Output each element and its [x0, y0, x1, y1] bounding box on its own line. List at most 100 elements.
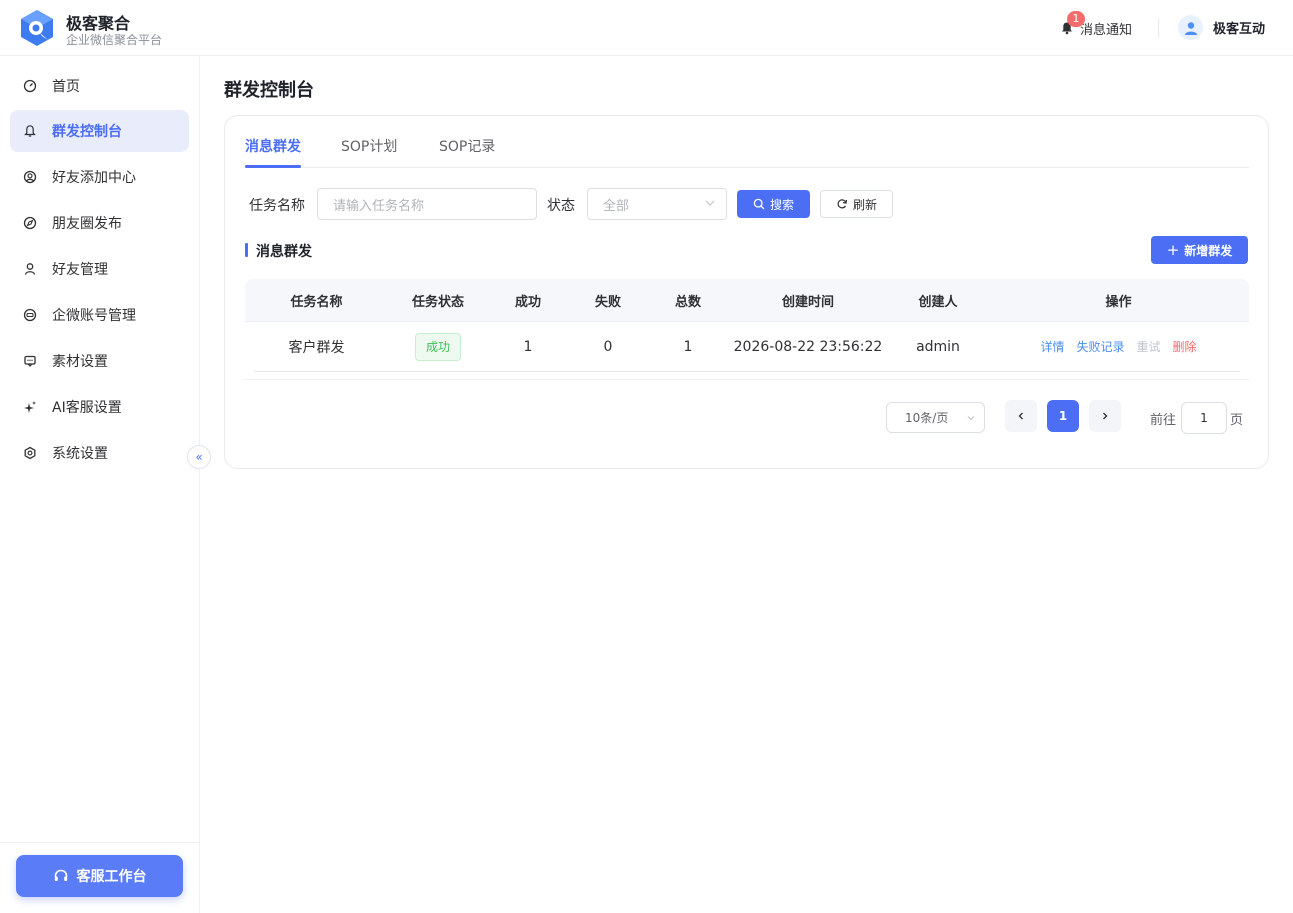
sidebar-item-ai-service-settings[interactable]: AI客服设置 — [10, 386, 189, 428]
status-select-value: 全部 — [603, 198, 630, 214]
cell-total: 1 — [683, 338, 693, 355]
gear-icon — [22, 445, 38, 461]
app-subtitle: 企业微信聚合平台 — [66, 33, 163, 47]
avatar — [1178, 15, 1203, 40]
cell-creator: admin — [916, 338, 960, 355]
sidebar-item-label: 首页 — [52, 79, 80, 95]
sidebar-item-friend-add-center[interactable]: 好友添加中心 — [10, 156, 189, 198]
refresh-button-label: 刷新 — [852, 197, 877, 212]
goto-suffix: 页 — [1230, 413, 1244, 428]
tab-sop-records[interactable]: SOP记录 — [439, 136, 495, 156]
new-broadcast-label: 新增群发 — [1184, 243, 1233, 258]
user-icon — [22, 261, 38, 277]
column-header: 任务状态 — [411, 295, 464, 310]
user-menu[interactable]: 极客互动 — [1178, 15, 1265, 40]
cell-task-status: 成功 — [388, 322, 488, 371]
sidebar-divider — [0, 842, 199, 843]
failure-records-link[interactable]: 失败记录 — [1076, 338, 1124, 355]
cell-actions: 详情 失败记录 重试 删除 — [988, 322, 1249, 371]
status-select[interactable]: 全部 — [587, 188, 727, 220]
tab-message-broadcast[interactable]: 消息群发 — [245, 136, 301, 156]
active-tab-indicator — [245, 165, 301, 168]
page-size-select[interactable]: 10条/页 — [886, 402, 985, 433]
user-avatar-icon — [1184, 21, 1197, 35]
tab-sop-plan[interactable]: SOP计划 — [341, 136, 397, 156]
customer-service-workbench-button[interactable]: 客服工作台 — [16, 855, 183, 897]
header-divider — [1158, 18, 1159, 38]
delete-link[interactable]: 删除 — [1173, 338, 1197, 355]
dashboard-icon — [22, 78, 38, 94]
user-name: 极客互动 — [1213, 22, 1266, 37]
sidebar-item-label: 企微账号管理 — [52, 308, 136, 324]
top-header: 极客聚合 企业微信聚合平台 消息通知 1 极客互动 — [0, 0, 1293, 56]
sparkle-icon — [22, 399, 38, 415]
sidebar: 首页 群发控制台 好友添加中心 朋友圈发布 好友管理 企微账号管理 素材设置 A… — [0, 56, 200, 913]
sidebar-item-friend-management[interactable]: 好友管理 — [10, 248, 189, 290]
content-card: 消息群发 SOP计划 SOP记录 任务名称 请输入任务名称 状态 全部 搜索 刷… — [224, 115, 1269, 469]
next-page-button[interactable] — [1089, 400, 1121, 432]
column-header: 总数 — [674, 295, 701, 310]
status-label: 状态 — [547, 198, 575, 214]
bell-icon — [22, 123, 38, 139]
chevron-right-icon — [1103, 412, 1108, 420]
page-number-button[interactable]: 1 — [1047, 400, 1079, 432]
sidebar-item-wecom-account-management[interactable]: 企微账号管理 — [10, 294, 189, 336]
sidebar-item-system-settings[interactable]: 系统设置 — [10, 432, 189, 474]
sidebar-item-label: 好友添加中心 — [52, 170, 136, 186]
retry-link[interactable]: 重试 — [1137, 338, 1161, 355]
column-header: 创建人 — [918, 295, 958, 310]
broadcast-table: 任务名称 任务状态 成功 失败 总数 创建时间 创建人 操作 客户群发 成功 1… — [245, 279, 1249, 372]
app-logo-icon[interactable] — [18, 9, 56, 47]
sidebar-item-label: 朋友圈发布 — [52, 216, 122, 232]
service-button-label: 客服工作台 — [76, 869, 147, 885]
detail-link[interactable]: 详情 — [1040, 338, 1064, 355]
chat-box-icon — [22, 353, 38, 369]
table-row: 客户群发 成功 1 0 1 2026-08-22 23:56:22 admin … — [245, 322, 1249, 372]
headset-icon — [54, 869, 67, 881]
sidebar-item-label: AI客服设置 — [52, 400, 122, 416]
new-broadcast-button[interactable]: + 新增群发 — [1151, 236, 1248, 264]
cell-created-at: 2026-08-22 23:56:22 — [733, 338, 883, 355]
refresh-icon — [837, 199, 848, 209]
plus-icon: + — [1166, 241, 1180, 259]
cell-success: 1 — [523, 338, 533, 355]
search-button[interactable]: 搜索 — [737, 190, 810, 218]
user-add-icon — [22, 169, 38, 185]
page-title: 群发控制台 — [224, 80, 314, 101]
goto-prefix: 前往 — [1150, 413, 1177, 428]
sidebar-item-label: 群发控制台 — [52, 124, 122, 140]
task-name-input[interactable]: 请输入任务名称 — [317, 188, 537, 220]
double-chevron-left-icon: « — [195, 450, 203, 464]
tab-bar: 消息群发 SOP计划 SOP记录 — [245, 130, 1249, 168]
cell-failed: 0 — [603, 338, 613, 355]
column-header: 失败 — [594, 295, 621, 310]
sidebar-collapse-button[interactable]: « — [187, 445, 211, 469]
notification-label: 消息通知 — [1080, 22, 1133, 38]
chevron-down-icon — [705, 200, 715, 206]
sidebar-item-moments-publish[interactable]: 朋友圈发布 — [10, 202, 189, 244]
sidebar-item-home[interactable]: 首页 — [10, 65, 189, 107]
column-header: 创建时间 — [781, 295, 834, 310]
chevron-left-icon — [1018, 412, 1023, 420]
sidebar-item-label: 素材设置 — [52, 354, 108, 370]
column-header: 任务名称 — [290, 295, 343, 310]
column-header: 操作 — [1105, 295, 1132, 310]
cell-task-name: 客户群发 — [288, 339, 345, 356]
prev-page-button[interactable] — [1005, 400, 1037, 432]
chevron-down-icon — [967, 416, 975, 421]
notification-badge: 1 — [1067, 11, 1085, 27]
search-button-label: 搜索 — [769, 197, 794, 212]
sidebar-item-material-settings[interactable]: 素材设置 — [10, 340, 189, 382]
page-size-value: 10条/页 — [905, 411, 949, 425]
search-icon — [753, 198, 765, 210]
refresh-button[interactable]: 刷新 — [820, 190, 893, 218]
column-header: 成功 — [514, 295, 541, 310]
sidebar-item-label: 好友管理 — [52, 262, 108, 278]
status-badge: 成功 — [414, 332, 461, 361]
compass-icon — [22, 215, 38, 231]
section-accent-bar — [245, 243, 248, 257]
task-name-label: 任务名称 — [249, 198, 305, 214]
sidebar-item-broadcast-console[interactable]: 群发控制台 — [10, 110, 189, 152]
goto-page-input[interactable]: 1 — [1181, 402, 1227, 434]
table-bottom-divider — [245, 379, 1249, 380]
